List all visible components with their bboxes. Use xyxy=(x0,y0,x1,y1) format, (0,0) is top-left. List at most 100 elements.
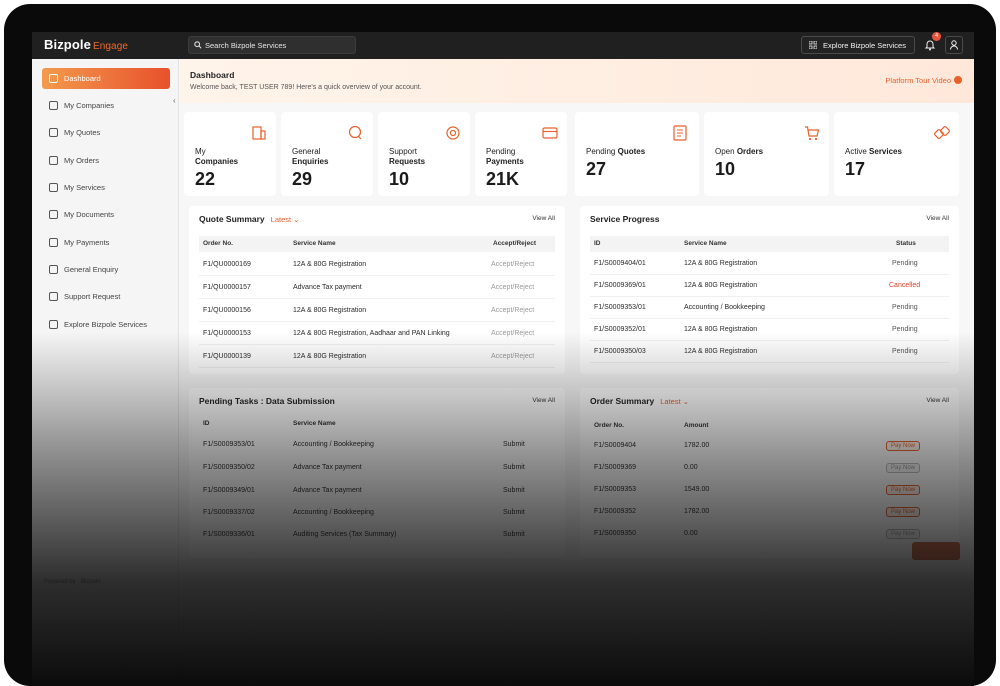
order-summary-panel: Order Summary Latest ⌄ View All Order No.… xyxy=(580,388,959,558)
table-row[interactable]: F1/S0009353/01 Accounting / Bookkeeping Su… xyxy=(199,434,555,456)
explore-services-label: Explore Bizpole Services xyxy=(823,41,906,50)
sidebar-item-general-enquiry[interactable]: General Enquiry xyxy=(42,259,170,280)
table-row[interactable]: F1/QU0000153 12A & 80G Registration, Aadh… xyxy=(199,323,555,345)
sidebar-item-support-request[interactable]: Support Request xyxy=(42,286,170,307)
pay-now-button[interactable]: Pay Now xyxy=(886,463,921,473)
sidebar-item-label: My Quotes xyxy=(64,128,101,137)
stat-card-services[interactable]: Active Services 17 xyxy=(834,112,959,196)
pay-now-button[interactable]: Pay Now xyxy=(886,507,921,517)
user-menu-button[interactable] xyxy=(945,36,963,54)
sidebar-item-label: General Enquiry xyxy=(64,265,119,274)
table-header: Order No. Amount xyxy=(594,422,709,429)
stat-value: 27 xyxy=(586,159,607,179)
brand-product: Engage xyxy=(92,41,129,52)
search-input[interactable]: Search Bizpole Services xyxy=(188,36,356,54)
enquiry-icon xyxy=(49,265,58,274)
stat-card-quotes[interactable]: Pending Quotes 27 xyxy=(575,112,699,196)
order-summary-title: Order Summary Latest ⌄ xyxy=(590,396,690,406)
support-icon xyxy=(49,292,58,301)
submit-button[interactable]: Submit xyxy=(503,531,525,538)
search-placeholder: Search Bizpole Services xyxy=(205,41,287,50)
sidebar-item-dashboard[interactable]: Dashboard xyxy=(42,68,170,89)
accept-reject-button[interactable]: Accept/Reject xyxy=(491,284,534,291)
table-row[interactable]: F1/S0009336/01 Auditing Services (Tax Sum… xyxy=(199,524,555,546)
stat-card-payments[interactable]: Pending Payments 21K xyxy=(475,112,567,196)
table-row[interactable]: F1/S0009337/02 Accounting / Bookkeeping Su… xyxy=(199,502,555,524)
status-badge: Pending xyxy=(892,260,918,267)
table-row[interactable]: F1/S0009352/01 12A & 80G Registration Pend… xyxy=(590,319,949,341)
table-row[interactable]: F1/S0009369/01 12A & 80G Registration Canc… xyxy=(590,275,949,297)
cart-icon xyxy=(805,126,820,141)
pay-now-button[interactable]: Pay Now xyxy=(886,529,921,539)
accept-reject-button[interactable]: Accept/Reject xyxy=(491,330,534,337)
building-icon xyxy=(252,126,266,140)
table-row[interactable]: F1/S0009369 0.00 Pay Now xyxy=(590,457,949,479)
submit-button[interactable]: Submit xyxy=(503,509,525,516)
quote-filter-dropdown[interactable]: Latest ⌄ xyxy=(271,215,300,224)
table-row[interactable]: F1/S0009349/01 Advance Tax payment Submit xyxy=(199,480,555,502)
accept-reject-button[interactable]: Accept/Reject xyxy=(491,307,534,314)
table-row[interactable]: F1/S0009350/03 12A & 80G Registration Pend… xyxy=(590,341,949,363)
sidebar-item-label: My Documents xyxy=(64,210,115,219)
stat-value: 22 xyxy=(195,169,216,189)
submit-button[interactable]: Submit xyxy=(503,487,525,494)
table-row[interactable]: F1/S0009353/01 Accounting / Bookkeeping Pe… xyxy=(590,297,949,319)
quote-summary-title: Quote Summary Latest ⌄ xyxy=(199,214,300,224)
building-icon xyxy=(49,101,58,110)
brand-logo[interactable]: Bizpole Engage xyxy=(44,37,128,52)
sidebar-item-my-orders[interactable]: My Orders xyxy=(42,150,170,171)
status-badge: Pending xyxy=(892,326,918,333)
stat-card-enquiries[interactable]: General Enquiries 29 xyxy=(281,112,373,196)
table-row[interactable]: F1/S0009404 1782.00 Pay Now xyxy=(590,435,949,457)
accept-reject-button[interactable]: Accept/Reject xyxy=(491,353,534,360)
table-row[interactable]: F1/QU0000157 Advance Tax payment Accept/Re… xyxy=(199,277,555,299)
table-row[interactable]: F1/S0009404/01 12A & 80G Registration Pend… xyxy=(590,253,949,275)
sidebar-item-my-services[interactable]: My Services xyxy=(42,177,170,198)
pending-view-all-link[interactable]: View All xyxy=(532,397,555,404)
quote-icon xyxy=(673,125,687,141)
sidebar-item-my-payments[interactable]: My Payments xyxy=(42,232,170,253)
stat-value: 21K xyxy=(486,169,520,189)
sidebar-item-explore-services[interactable]: Explore Bizpole Services xyxy=(42,314,170,335)
help-button[interactable] xyxy=(912,542,960,560)
stat-card-orders[interactable]: Open Orders 10 xyxy=(704,112,829,196)
quote-view-all-link[interactable]: View All xyxy=(532,215,555,222)
services-icon xyxy=(49,183,58,192)
chevron-left-icon[interactable]: ‹ xyxy=(173,96,176,105)
status-badge: Cancelled xyxy=(889,282,921,289)
order-view-all-link[interactable]: View All xyxy=(926,397,949,404)
sidebar-item-label: My Services xyxy=(64,183,105,192)
stat-card-companies[interactable]: My Companies 22 xyxy=(184,112,276,196)
accept-reject-button[interactable]: Accept/Reject xyxy=(491,261,534,268)
table-row[interactable]: F1/QU0000156 12A & 80G Registration Accept… xyxy=(199,300,555,322)
stat-label: Support Requests xyxy=(389,147,426,166)
platform-tour-link[interactable]: Platform Tour Video xyxy=(885,76,962,85)
table-row[interactable]: F1/QU0000139 12A & 80G Registration Accept… xyxy=(199,346,555,368)
sidebar-item-my-companies[interactable]: My Companies xyxy=(42,95,170,116)
service-view-all-link[interactable]: View All xyxy=(926,215,949,222)
table-row[interactable]: F1/QU0000169 12A & 80G Registration Accept… xyxy=(199,254,555,276)
sidebar-item-label: Support Request xyxy=(64,292,121,301)
order-filter-dropdown[interactable]: Latest ⌄ xyxy=(660,397,689,406)
table-row[interactable]: F1/S0009352 1782.00 Pay Now xyxy=(590,501,949,523)
document-icon xyxy=(49,210,58,219)
submit-button[interactable]: Submit xyxy=(503,441,525,448)
table-row[interactable]: F1/S0009353 1549.00 Pay Now xyxy=(590,479,949,501)
pay-now-button[interactable]: Pay Now xyxy=(886,485,921,495)
welcome-subtitle: Welcome back, TEST USER 789! Here's a qu… xyxy=(190,84,422,91)
pending-tasks-panel: Pending Tasks : Data Submission View All… xyxy=(189,388,565,558)
explore-services-button[interactable]: Explore Bizpole Services xyxy=(801,36,915,54)
sidebar-item-my-documents[interactable]: My Documents xyxy=(42,204,170,225)
table-header: ID Service Name xyxy=(203,420,336,427)
stat-card-support[interactable]: Support Requests 10 xyxy=(378,112,470,196)
stat-value: 29 xyxy=(292,169,313,189)
explore-icon xyxy=(49,320,58,329)
submit-button[interactable]: Submit xyxy=(503,464,525,471)
notification-badge: 4 xyxy=(932,32,941,41)
sidebar-item-my-quotes[interactable]: My Quotes xyxy=(42,122,170,143)
pay-now-button[interactable]: Pay Now xyxy=(886,441,921,451)
table-row[interactable]: F1/S0009350/02 Advance Tax payment Submit xyxy=(199,457,555,479)
stat-label: Open Orders xyxy=(715,147,764,156)
table-row[interactable]: F1/S0009350 0.00 Pay Now xyxy=(590,523,949,545)
table-header: Order No. Service Name Accept/Reject xyxy=(199,236,555,252)
